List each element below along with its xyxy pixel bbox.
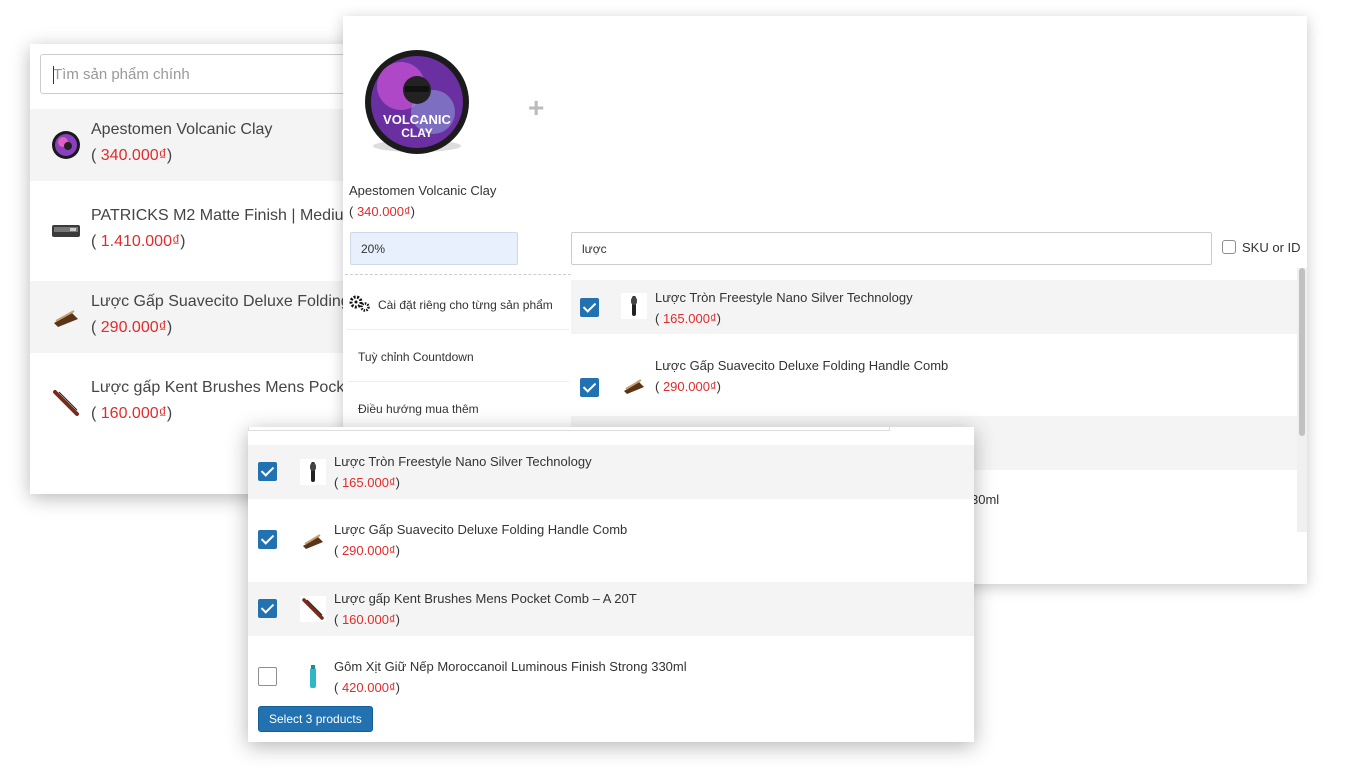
- item-price: 420.000₫: [341, 680, 396, 695]
- item-checkbox[interactable]: [258, 599, 277, 618]
- svg-text:VOLCANIC: VOLCANIC: [383, 112, 452, 127]
- panel-top: [248, 427, 974, 445]
- gears-icon: [349, 295, 370, 312]
- list-item[interactable]: Gôm Xịt Giữ Nếp Moroccanoil Luminous Fin…: [248, 650, 974, 704]
- product-search-input[interactable]: [572, 233, 1211, 264]
- sku-checkbox[interactable]: [1222, 240, 1236, 254]
- item-checkbox[interactable]: [580, 378, 599, 397]
- folding-comb-icon: [621, 372, 647, 398]
- item-price: 165.000₫: [662, 311, 717, 326]
- setting-per-product[interactable]: Cài đặt riêng cho từng sản phẩm: [347, 278, 569, 330]
- folding-comb-icon: [54, 310, 78, 327]
- scrollbar-thumb[interactable]: [1299, 268, 1305, 436]
- item-price-line: ( 290.000₫): [655, 379, 721, 394]
- result-price-line: ( 340.000₫): [91, 147, 173, 164]
- item-name: Lược Tròn Freestyle Nano Silver Technolo…: [655, 290, 913, 305]
- pocket-comb-icon: [53, 390, 79, 416]
- item-price-line: ( 290.000₫): [334, 543, 400, 558]
- discount-input[interactable]: 20%: [350, 232, 518, 265]
- pocket-comb-icon: [300, 596, 326, 622]
- pomade-tin-icon: [52, 225, 80, 237]
- item-price: 290.000₫: [662, 379, 717, 394]
- list-item[interactable]: Lược Tròn Freestyle Nano Silver Technolo…: [248, 445, 974, 499]
- clay-jar-icon: [52, 131, 80, 159]
- round-brush-icon: [621, 293, 647, 319]
- svg-text:CLAY: CLAY: [401, 126, 433, 140]
- folding-comb-icon: [300, 527, 326, 553]
- setting-label: Điều hướng mua thêm: [358, 402, 479, 416]
- plus-icon[interactable]: +: [528, 92, 544, 124]
- result-name: PATRICKS M2 Matte Finish | Mediu: [91, 207, 344, 224]
- item-price: 160.000₫: [341, 612, 396, 627]
- bundle-product-price-line: ( 340.000₫): [349, 204, 415, 219]
- sku-label: SKU or ID: [1242, 240, 1301, 255]
- setting-countdown[interactable]: Tuỳ chỉnh Countdown: [347, 330, 569, 382]
- list-item[interactable]: Lược Gấp Suavecito Deluxe Folding Handle…: [248, 513, 974, 567]
- list-item[interactable]: Lược Gấp Suavecito Deluxe Folding Handle…: [571, 348, 1297, 402]
- item-price-line: ( 160.000₫): [334, 612, 400, 627]
- item-checkbox[interactable]: [258, 462, 277, 481]
- result-name: Lược Gấp Suavecito Deluxe Folding: [91, 293, 350, 310]
- item-price: 165.000₫: [341, 475, 396, 490]
- round-brush-icon: [300, 459, 326, 485]
- item-name: Lược gấp Kent Brushes Mens Pocket Comb –…: [334, 591, 637, 606]
- text-caret: [53, 66, 54, 84]
- setting-label: Tuỳ chỉnh Countdown: [358, 350, 474, 364]
- result-price-line: ( 160.000₫): [91, 405, 173, 422]
- item-checkbox[interactable]: [258, 530, 277, 549]
- item-name: Gôm Xịt Giữ Nếp Moroccanoil Luminous Fin…: [334, 659, 687, 674]
- result-price: 160.000₫: [100, 405, 167, 422]
- result-name: Lược gấp Kent Brushes Mens Pocke: [91, 379, 354, 396]
- select-products-button[interactable]: Select 3 products: [258, 706, 373, 732]
- setting-label: Cài đặt riêng cho từng sản phẩm: [378, 298, 553, 312]
- bundle-product-name: Apestomen Volcanic Clay: [349, 183, 497, 198]
- volcanic-clay-jar-icon: VOLCANIC CLAY: [365, 50, 469, 154]
- spray-bottle-icon: [300, 664, 326, 690]
- item-checkbox[interactable]: [580, 298, 599, 317]
- item-name: Lược Tròn Freestyle Nano Silver Technolo…: [334, 454, 592, 469]
- item-price-line: ( 420.000₫): [334, 680, 400, 695]
- item-price: 290.000₫: [341, 543, 396, 558]
- divider: [345, 274, 571, 275]
- product-selection-panel: Lược Tròn Freestyle Nano Silver Technolo…: [248, 427, 974, 742]
- result-name: Apestomen Volcanic Clay: [91, 121, 273, 138]
- partial-item-name: 30ml: [971, 492, 1000, 507]
- scrollbar[interactable]: [1297, 268, 1307, 532]
- result-price: 1.410.000₫: [100, 233, 181, 250]
- result-price: 340.000₫: [100, 147, 167, 164]
- item-price-line: ( 165.000₫): [334, 475, 400, 490]
- result-price: 290.000₫: [100, 319, 167, 336]
- obscured-input: [248, 427, 890, 431]
- item-checkbox[interactable]: [258, 667, 277, 686]
- list-item[interactable]: Lược gấp Kent Brushes Mens Pocket Comb –…: [248, 582, 974, 636]
- bundle-product-price: 340.000₫: [356, 204, 411, 219]
- item-name: Lược Gấp Suavecito Deluxe Folding Handle…: [334, 522, 628, 537]
- item-name: Lược Gấp Suavecito Deluxe Folding Handle…: [655, 358, 949, 373]
- product-search[interactable]: [571, 232, 1212, 265]
- item-price-line: ( 165.000₫): [655, 311, 721, 326]
- result-price-line: ( 1.410.000₫): [91, 233, 186, 250]
- sku-or-id-toggle[interactable]: SKU or ID: [1222, 240, 1301, 255]
- list-item[interactable]: Lược Tròn Freestyle Nano Silver Technolo…: [571, 280, 1297, 334]
- result-price-line: ( 290.000₫): [91, 319, 173, 336]
